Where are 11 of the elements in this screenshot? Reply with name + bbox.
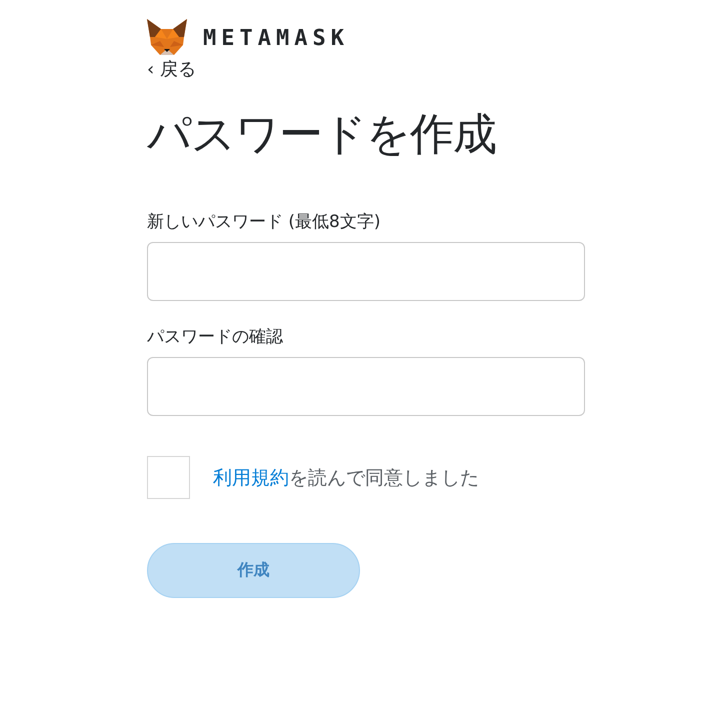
- logo-wordmark: METAMASK: [203, 26, 349, 50]
- password-field[interactable]: [147, 357, 585, 416]
- page-title: パスワードを作成: [147, 108, 497, 162]
- field-label: パスワードの確認: [147, 326, 283, 348]
- fox-logo-icon: [147, 19, 187, 57]
- back-link[interactable]: ‹ 戻る: [147, 57, 196, 81]
- password-field[interactable]: [147, 242, 585, 301]
- terms-agreement-text: 利用規約を読んで同意しました: [213, 466, 479, 490]
- field-label: 新しいパスワード (最低8文字): [147, 211, 380, 233]
- terms-checkbox[interactable]: [147, 456, 190, 499]
- terms-link[interactable]: 利用規約: [213, 466, 289, 488]
